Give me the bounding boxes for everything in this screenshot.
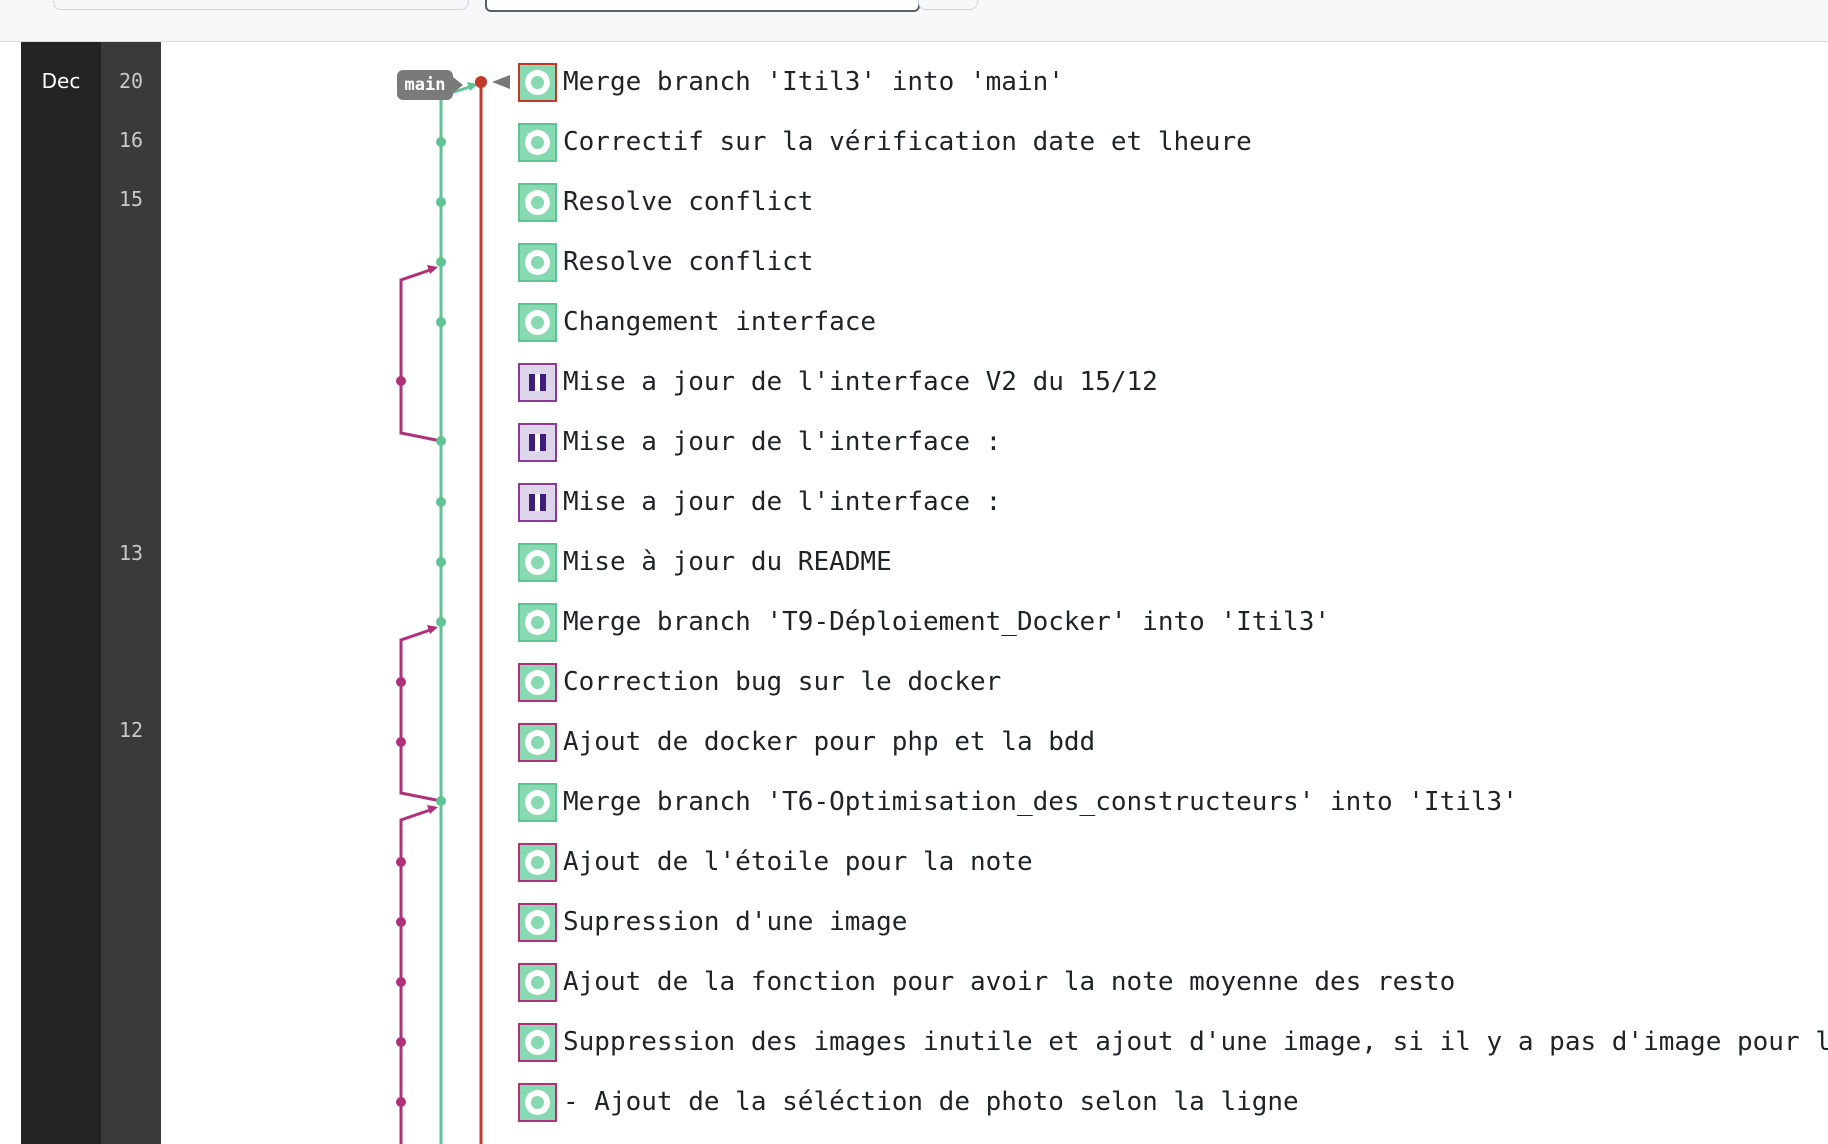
commit-dot [436,796,446,806]
author-avatar [518,422,557,462]
commit-row[interactable]: Correction bug sur le docker [518,660,1001,704]
commit-dot [436,197,446,207]
author-avatar [518,542,557,582]
author-avatar [518,482,557,522]
commit-message: Ajout de l'étoile pour la note [563,847,1033,877]
author-avatar [518,302,557,342]
commit-message: Ajout de la fonction pour avoir la note … [563,967,1456,997]
author-avatar [518,242,557,282]
author-avatar [518,62,557,102]
commit-message: - Ajout de la séléction de photo selon l… [563,1087,1299,1117]
commit-row[interactable]: Merge branch 'Itil3' into 'main' [518,60,1064,104]
commit-dot [396,977,406,987]
commit-dot [396,677,406,687]
commit-message: Merge branch 'Itil3' into 'main' [563,67,1064,97]
commit-row[interactable]: Suppression des images inutile et ajout … [518,1020,1828,1064]
commit-message: Merge branch 'T9-Déploiement_Docker' int… [563,607,1331,637]
commit-message: Correctif sur la vérification date et lh… [563,127,1252,157]
commit-row[interactable]: Ajout de la fonction pour avoir la note … [518,960,1455,1004]
commit-row[interactable]: Merge branch 'T9-Déploiement_Docker' int… [518,600,1330,644]
commit-message: Resolve conflict [563,247,814,277]
commit-row[interactable]: Mise a jour de l'interface V2 du 15/12 [518,360,1158,404]
author-avatar [518,782,557,822]
commit-dot [436,617,446,627]
author-avatar [518,662,557,702]
commit-row[interactable]: Changement interface [518,300,876,344]
commit-message: Correction bug sur le docker [563,667,1002,697]
commit-dot [396,1037,406,1047]
commit-row[interactable]: - Ajout de la séléction de photo selon l… [518,1080,1299,1124]
commit-message: Mise à jour du README [563,547,892,577]
commit-message: Changement interface [563,307,877,337]
author-avatar [518,962,557,1002]
commit-dot [396,1097,406,1107]
author-avatar [518,842,557,882]
commit-message: Mise a jour de l'interface : [563,487,1002,517]
head-pointer-icon [492,75,510,89]
commit-message: Suppression des images inutile et ajout … [563,1027,1828,1057]
commit-dot [436,317,446,327]
commit-row[interactable]: Resolve conflict [518,240,813,284]
commit-message: Ajout de docker pour php et la bdd [563,727,1096,757]
head-commit-dot [475,76,487,88]
author-avatar [518,122,557,162]
author-avatar [518,362,557,402]
commit-row[interactable]: Ajout de l'étoile pour la note [518,840,1033,884]
author-avatar [518,602,557,642]
commit-row[interactable]: Correctif sur la vérification date et lh… [518,120,1252,164]
commit-row[interactable]: Supression d'une image [518,900,907,944]
commit-row[interactable]: Merge branch 'T6-Optimisation_des_constr… [518,780,1518,824]
commit-dot [436,436,446,446]
commit-dot [436,557,446,567]
branch-tag[interactable]: main [397,70,453,100]
commit-dot [436,137,446,147]
commit-dot [436,257,446,267]
feature-branch-line [399,267,442,443]
commit-message: Mise a jour de l'interface V2 du 15/12 [563,367,1158,397]
commit-dot [396,737,406,747]
commit-message: Supression d'une image [563,907,908,937]
commit-message: Merge branch 'T6-Optimisation_des_constr… [563,787,1518,817]
author-avatar [518,722,557,762]
commit-row[interactable]: Mise à jour du README [518,540,892,584]
commit-row[interactable]: Mise a jour de l'interface : [518,420,1001,464]
commit-message: Mise a jour de l'interface : [563,427,1002,457]
author-avatar [518,902,557,942]
commit-message: Resolve conflict [563,187,814,217]
author-avatar [518,1082,557,1122]
commit-dot [396,376,406,386]
commit-dot [396,857,406,867]
author-avatar [518,182,557,222]
commit-dot [436,497,446,507]
feature-branch-line [399,627,442,803]
feature-branch-line [399,807,434,1144]
commit-row[interactable]: Resolve conflict [518,180,813,224]
commit-dot [396,917,406,927]
commit-row[interactable]: Ajout de docker pour php et la bdd [518,720,1095,764]
author-avatar [518,1022,557,1062]
commit-row[interactable]: Mise a jour de l'interface : [518,480,1001,524]
